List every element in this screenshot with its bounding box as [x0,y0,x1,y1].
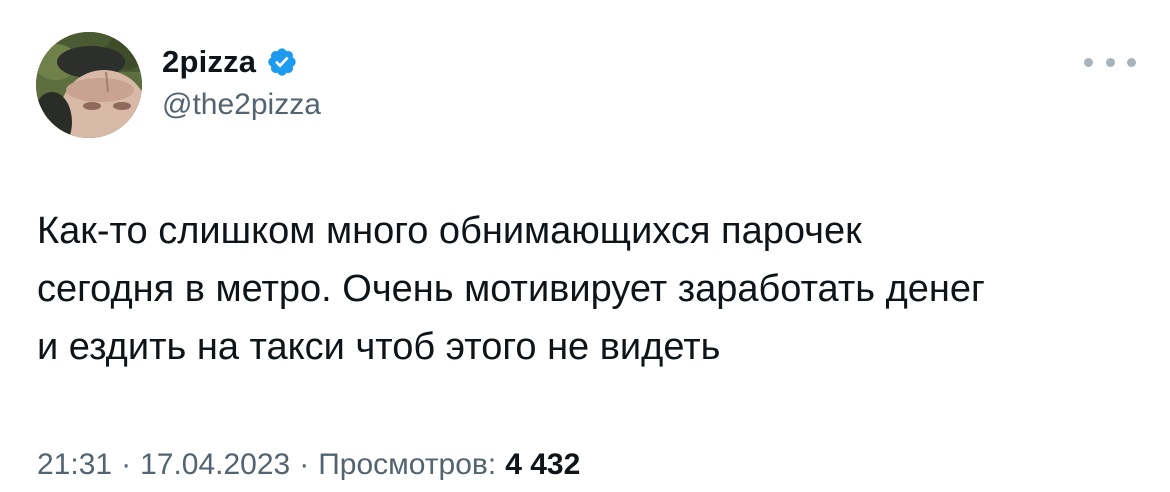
views-count: 4 432 [505,448,581,481]
meta-separator: · [121,448,132,481]
avatar-photo-icon [36,32,142,138]
more-dot-icon [1105,57,1115,67]
author-avatar[interactable] [36,32,142,138]
more-dot-icon [1127,57,1136,67]
more-options-button[interactable] [1084,50,1136,74]
tweet-card: 2pizza @the2pizza Как-то слишком много о… [0,0,1170,492]
more-dot-icon [1084,57,1093,67]
meta-separator: · [299,448,310,481]
author-handle[interactable]: @the2pizza [162,88,321,122]
author-display-name[interactable]: 2pizza [162,44,256,80]
views-label: Просмотров: [318,448,497,481]
tweet-time[interactable]: 21:31 [37,448,112,482]
tweet-date[interactable]: 17.04.2023 [140,448,290,482]
tweet-text: Как-то слишком много обнимающихся пароче… [37,210,985,368]
tweet-meta: 21:31 · 17.04.2023 · Просмотров: 4 432 [37,448,580,482]
verified-badge-icon [266,46,298,78]
author-name-row: 2pizza [162,42,298,82]
